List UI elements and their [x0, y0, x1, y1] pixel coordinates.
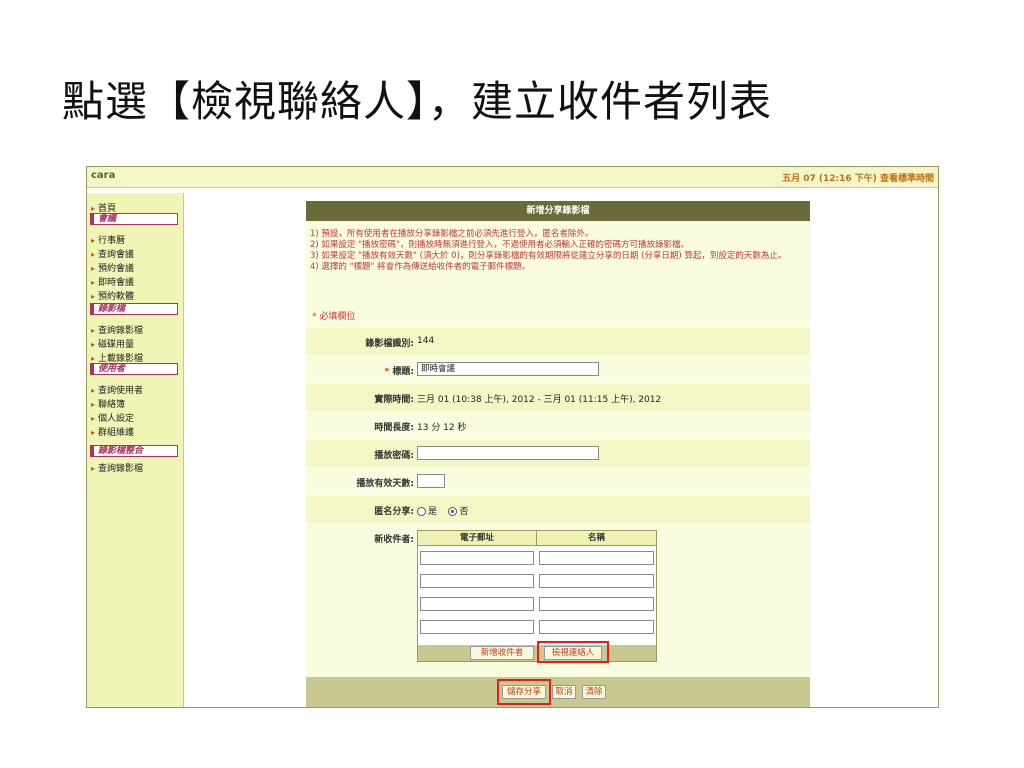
share-recording-panel: 新增分享錄影檔 1) 預設，所有使用者在播放分享錄影檔之前必須先進行登入，匿名者…	[306, 201, 810, 707]
note-line: 4) 選擇的 "標題" 將會作為傳送給收件者的電子郵件標題。	[310, 262, 531, 272]
row-duration: 時間長度: 13 分 12 秒	[306, 411, 810, 440]
valid-days-input[interactable]	[417, 474, 445, 488]
sidebar-item[interactable]: 即時會議	[91, 275, 134, 288]
sidebar-section-heading: 使用者	[90, 363, 178, 375]
top-bar: cara 五月 07 (12:16 下午) 查看標準時間	[87, 167, 938, 188]
sidebar-item[interactable]: 預約會議	[91, 261, 134, 274]
row-password: 播放密碼:	[306, 439, 810, 468]
recipient-name-input[interactable]	[539, 551, 654, 565]
password-label: 播放密碼:	[374, 451, 414, 461]
panel-header: 新增分享錄影檔	[306, 201, 810, 221]
add-recipient-button[interactable]: 新增收件者	[470, 646, 534, 660]
sidebar-item[interactable]: 個人設定	[91, 411, 134, 424]
view-contacts-highlight	[537, 641, 609, 663]
password-input[interactable]	[417, 446, 599, 460]
sidebar-item[interactable]: 聯絡簿	[91, 397, 125, 410]
recipient-name-input[interactable]	[539, 620, 654, 634]
recipient-name-input[interactable]	[539, 574, 654, 588]
duration-label: 時間長度:	[374, 423, 414, 433]
anonymous-yes-radio[interactable]	[417, 507, 426, 516]
username: cara	[91, 170, 116, 181]
recipient-email-input[interactable]	[420, 597, 534, 611]
title-input[interactable]: 即時會議	[417, 362, 599, 376]
anonymous-no-label: 否	[459, 507, 469, 517]
actual-time-value: 三月 01 (10:38 上午), 2012 - 三月 01 (11:15 上午…	[417, 395, 662, 405]
recording-id-label: 錄影檔識別:	[365, 339, 414, 349]
email-column-header: 電子郵址	[418, 531, 537, 546]
app-screenshot: cara 五月 07 (12:16 下午) 查看標準時間 首頁會議行事曆查詢會議…	[86, 166, 939, 708]
clock-link[interactable]: 五月 07 (12:16 下午) 查看標準時間	[782, 171, 934, 184]
sidebar-item[interactable]: 查詢錄影檔	[91, 461, 143, 474]
actual-time-label: 實際時間:	[374, 395, 414, 405]
row-actual-time: 實際時間: 三月 01 (10:38 上午), 2012 - 三月 01 (11…	[306, 383, 810, 412]
duration-value: 13 分 12 秒	[417, 423, 467, 433]
anonymous-no-radio[interactable]	[448, 507, 458, 516]
sidebar-item[interactable]: 群組維護	[91, 425, 134, 438]
recipient-email-input[interactable]	[420, 620, 534, 634]
sidebar-section-heading: 會議	[90, 213, 178, 225]
recipient-email-input[interactable]	[420, 574, 534, 588]
name-column-header: 名稱	[537, 531, 656, 546]
sidebar-item[interactable]: 行事曆	[91, 233, 125, 246]
clear-button[interactable]: 清除	[582, 685, 606, 699]
cancel-button[interactable]: 取消	[552, 685, 576, 699]
sidebar: 首頁會議行事曆查詢會議預約會議即時會議預約軟體錄影檔查詢錄影檔磁碟用量上載錄影檔…	[87, 193, 184, 707]
save-share-highlight	[497, 679, 551, 705]
sidebar-item[interactable]: 查詢會議	[91, 247, 134, 260]
panel-footer: 儲存分享 取消 清除	[306, 677, 810, 707]
slide-title: 點選【檢視聯絡人】，建立收件者列表	[62, 77, 773, 126]
row-title: * 標題: 即時會議	[306, 355, 810, 384]
sidebar-item[interactable]: 磁碟用量	[91, 337, 134, 350]
anonymous-yes-label: 是	[428, 507, 438, 517]
row-recording-id: 錄影檔識別: 144	[306, 327, 810, 356]
row-anonymous: 匿名分享: 是 否	[306, 495, 810, 524]
row-valid-days: 播放有效天數:	[306, 467, 810, 496]
sidebar-section-heading: 錄影檔	[90, 303, 178, 315]
required-note: * 必填欄位	[312, 312, 356, 322]
recording-id-value: 144	[417, 336, 435, 346]
valid-days-label: 播放有效天數:	[356, 479, 414, 489]
sidebar-section-heading: 錄影檔整合	[90, 445, 178, 457]
recipients-label: 新收件者:	[374, 535, 414, 545]
sidebar-item[interactable]: 預約軟體	[91, 289, 134, 302]
sidebar-item[interactable]: 查詢錄影檔	[91, 323, 143, 336]
anonymous-label: 匿名分享:	[374, 507, 414, 517]
recipient-name-input[interactable]	[539, 597, 654, 611]
row-recipients: 新收件者: 電子郵址 名稱 新增收件者 檢視連絡人	[306, 523, 810, 676]
sidebar-item[interactable]: 查詢使用者	[91, 383, 143, 396]
title-label: 標題:	[392, 367, 414, 377]
recipient-email-input[interactable]	[420, 551, 534, 565]
